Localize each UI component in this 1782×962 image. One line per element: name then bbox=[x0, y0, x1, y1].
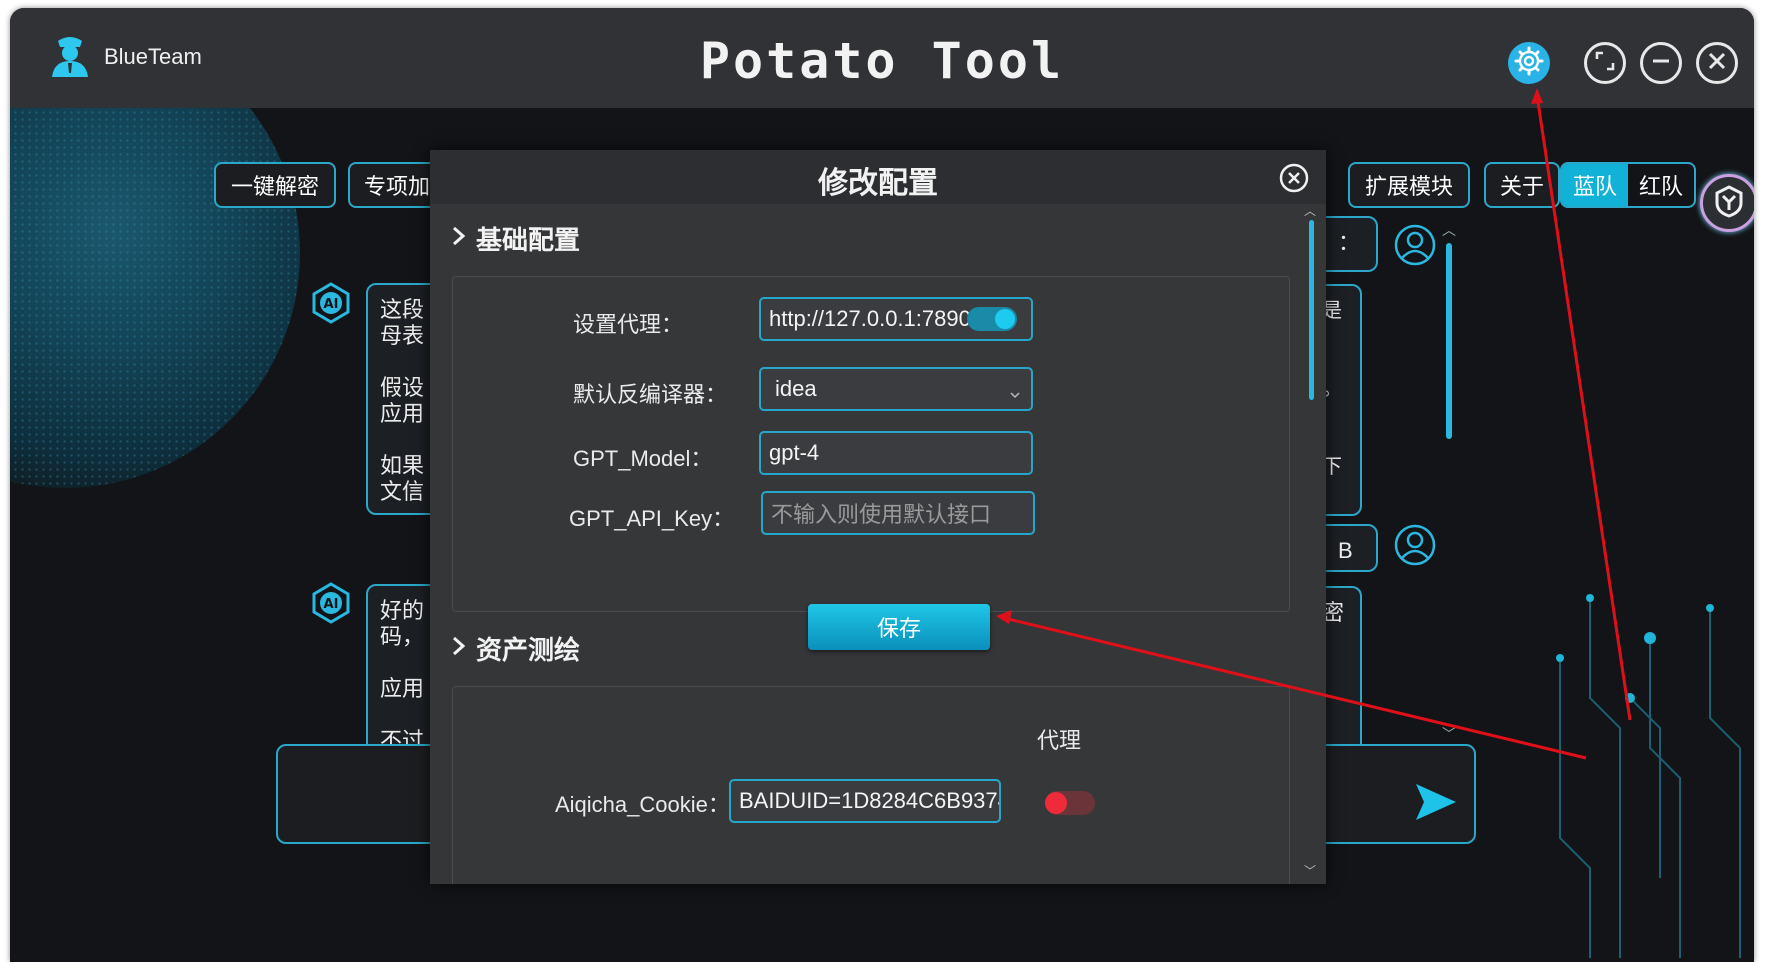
send-icon bbox=[1414, 784, 1458, 826]
blue-team-tab[interactable]: 蓝队 bbox=[1562, 164, 1628, 206]
restore-icon bbox=[1594, 50, 1616, 77]
proxy-label: 设置代理： bbox=[573, 312, 684, 337]
modal-scroll-down-icon[interactable]: ﹀ bbox=[1304, 862, 1316, 879]
minimize-button[interactable] bbox=[1640, 42, 1682, 84]
team-switch[interactable]: 蓝队 红队 bbox=[1560, 162, 1696, 208]
gpt-key-label: GPT_API_Key： bbox=[569, 506, 735, 531]
chat-scroll-up-icon[interactable]: ︿ bbox=[1442, 220, 1456, 240]
basic-config-panel: 设置代理： http://127.0.0.1:7890 默认反编译器： idea… bbox=[452, 276, 1290, 612]
decrypt-button[interactable]: 一键解密 bbox=[214, 162, 336, 208]
settings-modal: 修改配置 ︿ ﹀ 基础配置 设置代理： http://127.0.0.1:789… bbox=[430, 150, 1326, 884]
about-button[interactable]: 关于 bbox=[1484, 162, 1560, 208]
asset-mapping-section-header[interactable]: 资产测绘 bbox=[450, 630, 580, 667]
send-button[interactable] bbox=[1414, 782, 1458, 822]
gpt-key-input[interactable]: 不输入则使用默认接口 bbox=[761, 491, 1035, 535]
chevron-right-icon bbox=[450, 223, 468, 254]
minimize-icon bbox=[1650, 50, 1672, 77]
aiqicha-cookie-input[interactable]: BAIDUID=1D8284C6B9374F bbox=[729, 779, 1001, 823]
close-icon bbox=[1706, 50, 1728, 77]
extension-button[interactable]: 扩展模块 bbox=[1348, 162, 1470, 208]
app-title: Potato Tool bbox=[699, 32, 1065, 90]
assistant-avatar[interactable] bbox=[1700, 174, 1754, 232]
circuit-decoration bbox=[1556, 594, 1741, 958]
settings-icon bbox=[1514, 46, 1544, 81]
proxy-column-header: 代理 bbox=[1037, 728, 1082, 753]
shield-icon bbox=[1712, 184, 1746, 223]
close-icon bbox=[1278, 163, 1310, 198]
gpt-model-label: GPT_Model： bbox=[573, 446, 713, 471]
close-button[interactable] bbox=[1696, 42, 1738, 84]
modal-close-button[interactable] bbox=[1278, 162, 1310, 194]
aiqicha-proxy-toggle[interactable] bbox=[1045, 791, 1095, 815]
modal-scrollbar[interactable] bbox=[1309, 220, 1314, 400]
user-icon bbox=[1394, 524, 1436, 566]
basic-config-section-header[interactable]: 基础配置 bbox=[450, 220, 580, 257]
gpt-model-input[interactable]: gpt-4 bbox=[759, 431, 1033, 475]
svg-text:AI: AI bbox=[324, 597, 339, 612]
restore-button[interactable] bbox=[1584, 42, 1626, 84]
decompiler-label: 默认反编译器： bbox=[573, 382, 728, 407]
modal-header: 修改配置 bbox=[430, 150, 1326, 204]
settings-button[interactable] bbox=[1508, 42, 1550, 84]
modal-title: 修改配置 bbox=[818, 167, 938, 200]
chevron-down-icon bbox=[1009, 381, 1021, 407]
ai-icon: AI bbox=[310, 582, 352, 624]
decompiler-select[interactable]: idea bbox=[759, 367, 1033, 411]
chat-scrollbar[interactable] bbox=[1446, 243, 1452, 439]
chat-scroll-down-icon[interactable]: ﹀ bbox=[1442, 724, 1456, 744]
red-team-tab[interactable]: 红队 bbox=[1628, 164, 1694, 206]
save-button[interactable]: 保存 bbox=[808, 604, 990, 650]
svg-text:AI: AI bbox=[324, 297, 339, 312]
proxy-toggle[interactable] bbox=[967, 307, 1017, 331]
aiqicha-cookie-label: Aiqicha_Cookie： bbox=[555, 792, 730, 817]
asset-mapping-panel: 代理 Aiqicha_Cookie： BAIDUID=1D8284C6B9374… bbox=[452, 686, 1290, 884]
user-icon bbox=[1394, 224, 1436, 266]
chevron-right-icon bbox=[450, 633, 468, 664]
title-bar: BlueTeam Potato Tool bbox=[10, 8, 1754, 108]
ai-icon: AI bbox=[310, 282, 352, 324]
modal-scroll-up-icon[interactable]: ︿ bbox=[1304, 202, 1316, 219]
